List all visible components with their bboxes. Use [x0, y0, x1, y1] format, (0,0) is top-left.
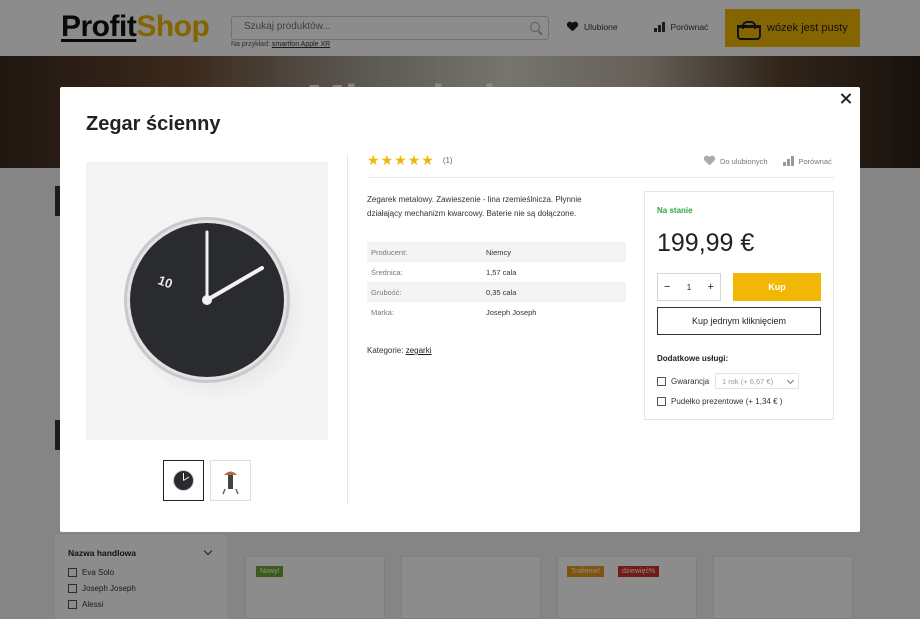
spec-value: 0,35 cala [482, 282, 626, 302]
price: 199,99 € [657, 229, 755, 257]
product-title: Zegar ścienny [86, 113, 221, 135]
star-icon: ★ [380, 152, 394, 168]
wall-clock-image: 10 [124, 217, 308, 402]
warranty-option[interactable]: Gwarancja [657, 377, 709, 386]
close-icon[interactable] [840, 93, 852, 105]
spec-value: 1,57 cala [486, 267, 517, 277]
buy-box: Na stanie 199,99 € − 1 + Kup Kup jednym … [644, 191, 834, 420]
giftbox-checkbox[interactable] [657, 397, 666, 406]
spec-value: Niemcy [482, 242, 626, 262]
spec-key: Grubość: [367, 282, 482, 302]
thumbnail-clock[interactable] [163, 460, 204, 501]
clock-thumbnail-icon [173, 470, 194, 491]
one-click-buy-button[interactable]: Kup jednym kliknięciem [657, 307, 821, 335]
spec-row: Marka: Joseph Joseph [367, 302, 626, 322]
quick-view-modal: Zegar ścienny 10 ★ ★ ★ ★ ★ (1) Do ulubio… [60, 87, 860, 532]
star-icon: ★ [407, 152, 421, 168]
category-link[interactable]: zegarki [406, 346, 432, 355]
plus-icon[interactable]: + [708, 281, 714, 293]
giftbox-label: Pudełko prezentowe (+ 1,34 € ) [671, 397, 783, 406]
add-to-favorites-link[interactable]: Do ulubionych [704, 156, 768, 166]
thumbnail-side-view[interactable] [210, 460, 251, 501]
spec-row: Grubość: 0,35 cala [367, 282, 626, 302]
warranty-label: Gwarancja [671, 377, 710, 386]
divider [367, 177, 834, 178]
clock-side-thumbnail-icon [222, 471, 239, 495]
quantity-stepper[interactable]: − 1 + [657, 273, 721, 301]
warranty-select[interactable]: 1 rok (+ 6,67 €) [715, 373, 799, 389]
spec-key: Średnica: [371, 267, 403, 277]
categories-label: Kategorie: [367, 346, 404, 355]
spec-key: Producent: [367, 242, 482, 262]
star-icon: ★ [367, 152, 380, 168]
spec-table: Producent: Niemcy Średnica: 1,57 cala Grub… [367, 242, 626, 322]
warranty-checkbox[interactable] [657, 377, 666, 386]
stock-status: Na stanie [657, 206, 693, 215]
categories: Kategorie: zegarki [367, 346, 432, 355]
star-icon: ★ [421, 152, 434, 168]
spec-row: Producent: Niemcy [367, 242, 626, 262]
column-divider [347, 155, 348, 505]
giftbox-option[interactable]: Pudełko prezentowe (+ 1,34 € ) [657, 397, 782, 406]
services-title: Dodatkowe usługi: [657, 354, 729, 363]
add-to-compare-link[interactable]: Porównać [783, 156, 832, 166]
rating[interactable]: ★ ★ ★ ★ ★ (1) [367, 153, 453, 167]
heart-icon [704, 156, 715, 166]
minus-icon[interactable]: − [664, 281, 670, 293]
compare-bars-icon [783, 156, 794, 166]
rating-count: (1) [442, 155, 453, 165]
spec-value: Joseph Joseph [486, 307, 537, 317]
add-to-compare-label: Porównać [798, 156, 832, 166]
star-icon: ★ [394, 152, 407, 168]
spec-row: Średnica: 1,57 cala [367, 262, 626, 282]
quantity-value[interactable]: 1 [687, 283, 691, 292]
add-to-favorites-label: Do ulubionych [720, 156, 768, 166]
spec-key: Marka: [371, 307, 394, 317]
buy-button[interactable]: Kup [733, 273, 821, 301]
product-description: Zegarek metalowy. Zawieszenie - lina rze… [367, 195, 582, 218]
product-image[interactable]: 10 [86, 162, 328, 440]
